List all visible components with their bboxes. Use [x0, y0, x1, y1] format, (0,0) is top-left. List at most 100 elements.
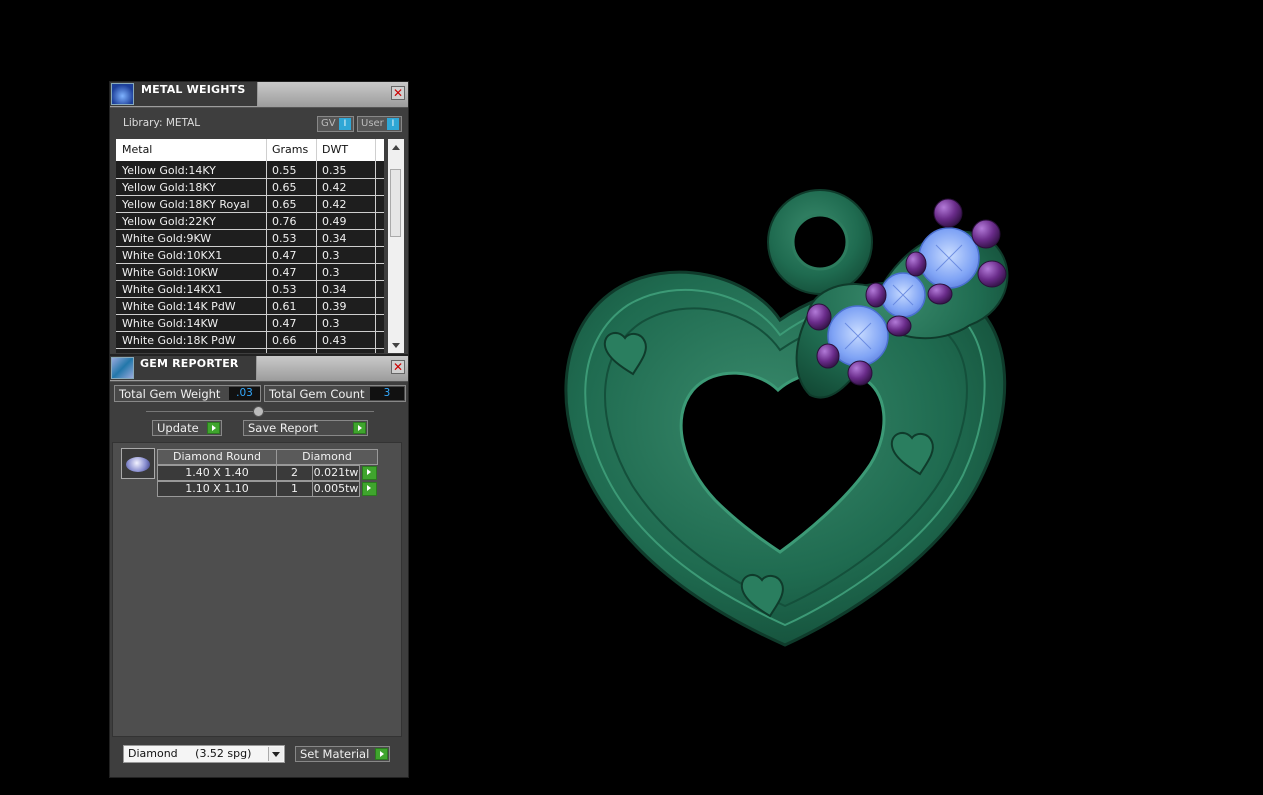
table-row[interactable]: Yellow Gold:14KY 0.55 0.35 — [116, 162, 384, 179]
cell-grams: 0.53 — [272, 283, 297, 296]
column-divider — [375, 139, 376, 353]
material-select[interactable]: Diamond (3.52 spg) — [123, 745, 285, 763]
cell-metal: White Gold:14K PdW — [122, 300, 236, 313]
cell-grams: 0.47 — [272, 266, 297, 279]
column-header-dwt[interactable]: DWT — [322, 143, 348, 156]
table-row[interactable]: Yellow Gold:18KY Royal 0.65 0.42 — [116, 196, 384, 213]
total-gem-weight-label: Total Gem Weight — [119, 387, 221, 401]
set-material-button[interactable]: Set Material — [295, 746, 390, 762]
play-arrow-icon — [375, 748, 388, 760]
panel-title: METAL WEIGHTS — [141, 83, 246, 96]
gem-material-header: Diamond — [276, 449, 378, 465]
cell-grams: 0.65 — [272, 198, 297, 211]
cell-grams: 0.55 — [272, 164, 297, 177]
gem-count-cell: 2 — [276, 465, 313, 481]
gem-report-area: Diamond Round Diamond 1.40 X 1.40 2 0.021t… — [112, 442, 402, 737]
cell-dwt: 0.35 — [322, 164, 347, 177]
table-row[interactable]: White Gold:9KW 0.53 0.34 — [116, 230, 384, 247]
gv-toggle[interactable]: GV I — [317, 116, 354, 132]
total-gem-weight: Total Gem Weight .03 — [114, 385, 261, 402]
gem-size-cell: 1.40 X 1.40 — [157, 465, 277, 481]
gem-shape-header: Diamond Round — [157, 449, 277, 465]
table-row[interactable]: White Gold:14K PdW 0.61 0.39 — [116, 298, 384, 315]
cell-dwt: 0.42 — [322, 198, 347, 211]
gem-reporter-titlebar[interactable]: GEM REPORTER ✕ — [110, 356, 408, 382]
total-gem-count-label: Total Gem Count — [269, 387, 365, 401]
cell-grams: 0.47 — [272, 249, 297, 262]
cell-dwt: 0.49 — [322, 215, 347, 228]
scroll-thumb[interactable] — [390, 169, 401, 237]
cell-dwt: 0.42 — [322, 181, 347, 194]
column-header-metal[interactable]: Metal — [122, 143, 152, 156]
cell-grams: 0.61 — [272, 300, 297, 313]
close-icon[interactable]: ✕ — [391, 360, 405, 374]
gem-size-cell: 1.10 X 1.10 — [157, 481, 277, 497]
scroll-down-icon[interactable] — [392, 343, 400, 348]
user-toggle-knob: I — [387, 118, 399, 130]
metal-weights-panel: METAL WEIGHTS ✕ Library: METAL GV I User… — [109, 81, 409, 355]
cell-grams: 0.66 — [272, 334, 297, 347]
splitter-handle[interactable] — [253, 406, 264, 417]
column-header-grams[interactable]: Grams — [272, 143, 308, 156]
cell-dwt: 0.3 — [322, 249, 340, 262]
table-row[interactable]: Yellow Gold:22KY 0.76 0.49 — [116, 213, 384, 230]
cell-grams: 0.65 — [272, 181, 297, 194]
cell-dwt: 0.34 — [322, 232, 347, 245]
gem-reporter-icon — [111, 357, 134, 379]
update-button-label: Update — [157, 421, 199, 435]
gem-weight-cell: 0.021tw — [312, 465, 360, 481]
user-toggle[interactable]: User I — [357, 116, 402, 132]
cell-metal: White Gold:10KW — [122, 266, 219, 279]
gv-toggle-knob: I — [339, 118, 351, 130]
cell-dwt: 0.39 — [322, 300, 347, 313]
table-header: Metal Grams DWT — [116, 139, 384, 161]
cell-metal: White Gold:18K PdW — [122, 334, 236, 347]
cell-dwt: 0.43 — [322, 334, 347, 347]
table-row[interactable]: Yellow Gold:18KY 0.65 0.42 — [116, 179, 384, 196]
cell-metal: White Gold:14KX1 — [122, 283, 223, 296]
3d-viewport[interactable] — [540, 180, 1030, 660]
round-gem-icon — [126, 457, 150, 472]
library-label: Library: METAL — [123, 117, 201, 129]
save-report-button-label: Save Report — [248, 421, 319, 435]
scroll-up-icon[interactable] — [392, 145, 400, 150]
metal-table: Metal Grams DWT Yellow Gold:14KY 0.55 0.35… — [116, 139, 384, 353]
cell-grams: 0.76 — [272, 215, 297, 228]
cell-metal: Yellow Gold:18KY — [122, 181, 216, 194]
play-arrow-icon — [207, 422, 220, 434]
vertical-scrollbar[interactable] — [388, 139, 404, 353]
save-report-button[interactable]: Save Report — [243, 420, 368, 436]
cell-dwt: 0.3 — [322, 266, 340, 279]
diamond-round-thumbnail[interactable] — [121, 448, 155, 479]
table-row[interactable]: White Gold:14KW 0.47 0.3 — [116, 315, 384, 332]
close-icon[interactable]: ✕ — [391, 86, 405, 100]
cell-metal: White Gold:10KX1 — [122, 249, 223, 262]
material-select-value: Diamond (3.52 spg) — [128, 747, 252, 760]
panel-title: GEM REPORTER — [140, 357, 239, 370]
table-row[interactable]: White Gold:18K PdW 0.66 0.43 — [116, 332, 384, 349]
cell-metal: White Gold:9KW — [122, 232, 212, 245]
chevron-down-icon[interactable] — [268, 747, 283, 761]
cell-metal: Yellow Gold:18KY Royal — [122, 198, 250, 211]
cell-dwt: 0.3 — [322, 317, 340, 330]
gem-row-go-icon[interactable] — [362, 482, 377, 496]
gem-row-go-icon[interactable] — [362, 466, 377, 480]
column-divider — [316, 139, 317, 353]
pendant-bail — [767, 189, 873, 295]
cell-metal: Yellow Gold:22KY — [122, 215, 216, 228]
total-gem-count-value: 3 — [370, 387, 404, 400]
gem-reporter-panel: GEM REPORTER ✕ Total Gem Weight .03 Tota… — [109, 355, 409, 778]
table-row[interactable]: White Gold:14KX1 0.53 0.34 — [116, 281, 384, 298]
set-material-button-label: Set Material — [300, 747, 370, 761]
cell-metal: Yellow Gold:14KY — [122, 164, 216, 177]
metal-weights-titlebar[interactable]: METAL WEIGHTS ✕ — [110, 82, 408, 108]
gem-weight-cell: 0.005tw — [312, 481, 360, 497]
gv-toggle-label: GV — [321, 118, 336, 129]
cell-dwt: 0.34 — [322, 283, 347, 296]
cell-grams: 0.53 — [272, 232, 297, 245]
table-row[interactable]: White Gold:10KX1 0.47 0.3 — [116, 247, 384, 264]
table-row[interactable]: White Gold:10KW 0.47 0.3 — [116, 264, 384, 281]
total-gem-weight-value: .03 — [229, 387, 260, 400]
user-toggle-label: User — [361, 118, 384, 129]
update-button[interactable]: Update — [152, 420, 222, 436]
